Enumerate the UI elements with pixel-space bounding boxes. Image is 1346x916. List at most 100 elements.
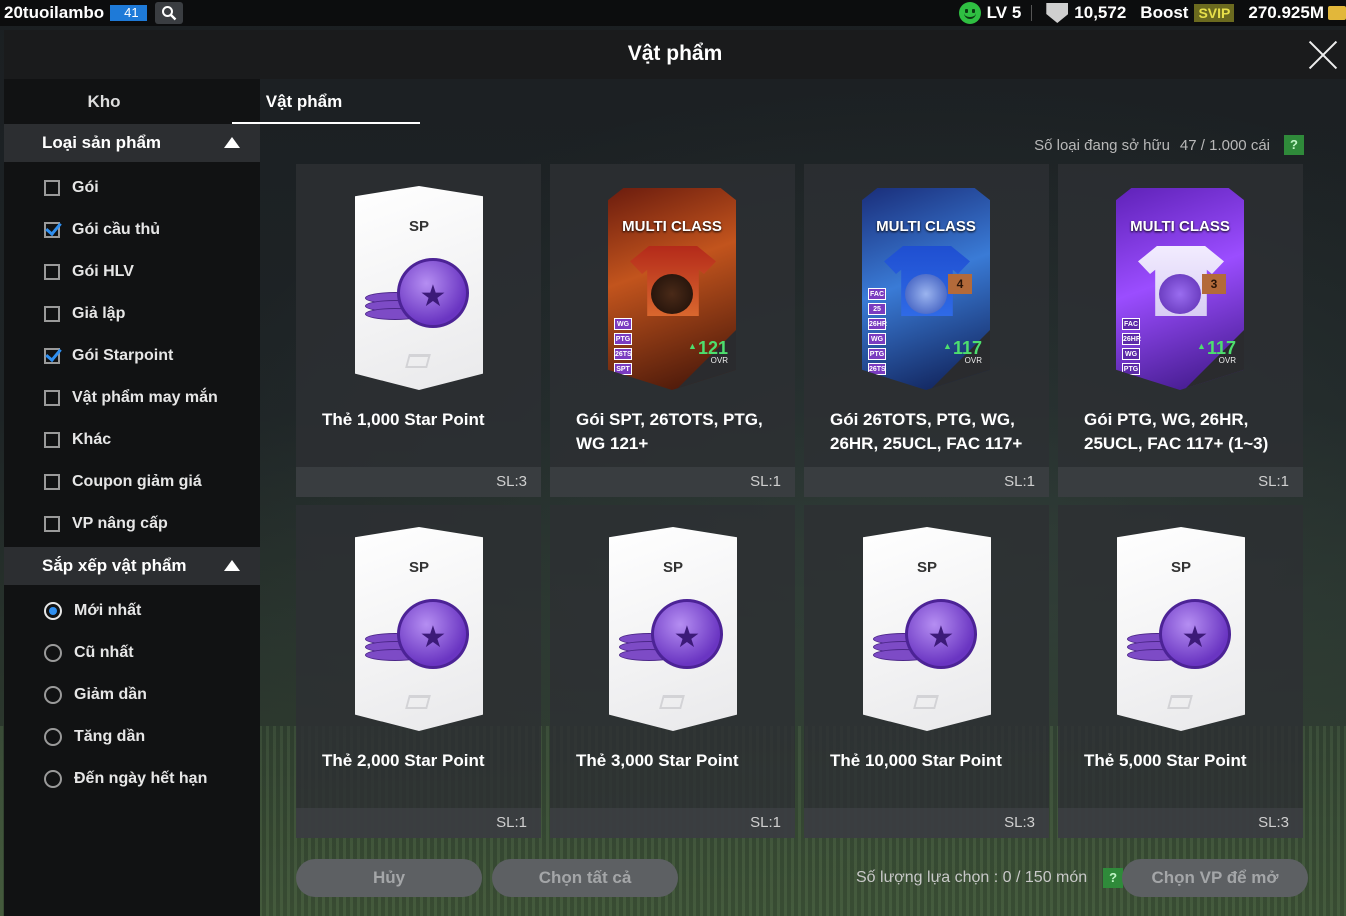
coin-icon <box>1328 6 1346 20</box>
filter-option-label: Gói HLV <box>72 263 134 280</box>
fc-logo-icon <box>1167 695 1193 709</box>
checkbox[interactable] <box>44 306 60 322</box>
divider <box>1031 5 1033 21</box>
sort-option[interactable]: Đến ngày hết hạn <box>44 768 207 790</box>
tab-vat-pham[interactable]: Vật phẩm <box>204 79 420 124</box>
fc-logo-icon <box>405 695 431 709</box>
level-text: LV 5 <box>986 3 1022 22</box>
chip-label: WG <box>1122 348 1140 360</box>
checkbox[interactable] <box>44 516 60 532</box>
select-all-button[interactable]: Chọn tất cả <box>492 859 678 897</box>
svip-badge[interactable]: SVIP <box>1194 4 1235 22</box>
checkbox[interactable] <box>44 432 60 448</box>
filter-option[interactable]: Khác <box>44 429 111 451</box>
sp-label: SP <box>408 218 429 235</box>
sort-option-label: Mới nhất <box>74 602 142 619</box>
item-name: Gói SPT, 26TOTS, PTG, WG 121+ <box>576 410 763 453</box>
filter-option-label: Giả lập <box>72 305 126 322</box>
filter-option[interactable]: Giả lập <box>44 303 125 325</box>
item-quantity: SL:3 <box>804 808 1049 838</box>
user-level-badge: 41 <box>110 5 147 21</box>
tab-kho[interactable]: Kho <box>4 79 204 124</box>
filter-option[interactable]: Gói cầu thủ <box>44 219 160 241</box>
open-selected-button[interactable]: Chọn VP để mở <box>1122 859 1308 897</box>
multiclass-card-art: MULTI CLASS 3 FAC 26HR WG PTG 117 OVR <box>1116 188 1244 390</box>
chip-label: WG <box>614 318 632 330</box>
multiclass-card-art: MULTI CLASS 4 FAC 25 26HR WG PTG 26TS 117 OVR <box>862 188 990 390</box>
filter-option-label: VP nâng cấp <box>72 515 168 532</box>
sort-option[interactable]: Cũ nhất <box>44 642 134 664</box>
item-name: Thẻ 5,000 Star Point <box>1084 751 1247 770</box>
filter-option[interactable]: Gói HLV <box>44 261 134 283</box>
cancel-button[interactable]: Hủy <box>296 859 482 897</box>
chip-label: 25 <box>868 303 886 315</box>
item-quantity: SL:1 <box>550 467 795 497</box>
filter-option-label: Gói <box>72 179 99 196</box>
selection-counter: Số lượng lựa chọn : 0 / 150 món ? <box>856 868 1124 888</box>
filter-option[interactable]: Vật phẩm may mắn <box>44 387 218 409</box>
username[interactable]: 20tuoilambo <box>4 3 104 23</box>
sort-option[interactable]: Tăng dần <box>44 726 145 748</box>
filter-option[interactable]: Gói Starpoint <box>44 345 173 367</box>
item-name: Gói PTG, WG, 26HR, 25UCL, FAC 117+ (1~3) <box>1084 410 1269 453</box>
item-card[interactable]: MULTI CLASS 3 FAC 26HR WG PTG 117 OVR Gói P… <box>1058 164 1303 497</box>
sp-label: SP <box>662 559 683 576</box>
chip-list: FAC 26HR WG PTG <box>1122 318 1141 378</box>
sort-option[interactable]: Giảm dần <box>44 684 147 706</box>
item-quantity: SL:1 <box>804 467 1049 497</box>
sort-header[interactable]: Sắp xếp vật phẩm <box>4 547 260 585</box>
boost-label[interactable]: Boost <box>1140 3 1188 23</box>
item-card[interactable]: MULTI CLASS 4 FAC 25 26HR WG PTG 26TS 117 OVR… <box>804 164 1049 497</box>
chip-list: WG PTG 26TS SPT <box>614 318 632 378</box>
help-icon[interactable]: ? <box>1103 868 1124 888</box>
item-card[interactable]: SP ★ Thẻ 2,000 Star Point SL:1 <box>296 505 541 838</box>
item-name: Thẻ 1,000 Star Point <box>322 410 485 429</box>
item-quantity: SL:1 <box>296 808 541 838</box>
filter-option[interactable]: VP nâng cấp <box>44 513 168 535</box>
filter-option[interactable]: Gói <box>44 177 99 199</box>
starpoint-card-art: SP ★ <box>863 527 991 731</box>
help-icon[interactable]: ? <box>1284 135 1304 155</box>
fc-logo-icon <box>913 695 939 709</box>
search-button[interactable] <box>154 2 183 24</box>
starpoint-card-art: SP ★ <box>1117 527 1245 731</box>
sort-option[interactable]: Mới nhất <box>44 600 141 622</box>
product-type-header[interactable]: Loại sản phẩm <box>4 124 260 162</box>
chip-label: 26HR <box>868 318 887 330</box>
radio-button[interactable] <box>44 602 62 620</box>
coin-stack-icon: ★ <box>365 252 475 332</box>
radio-button[interactable] <box>44 686 62 704</box>
checkbox[interactable] <box>44 180 60 196</box>
chip-label: FAC <box>1122 318 1140 330</box>
coin-stack-icon: ★ <box>1127 593 1237 673</box>
collapse-triangle-icon <box>224 137 240 148</box>
item-card[interactable]: MULTI CLASS WG PTG 26TS SPT 121 OVR Gói SPT… <box>550 164 795 497</box>
close-button[interactable] <box>1308 40 1338 70</box>
ovr-rating: 117 OVR <box>943 338 982 365</box>
item-name: Thẻ 10,000 Star Point <box>830 751 1002 770</box>
checkbox[interactable] <box>44 474 60 490</box>
ovr-value: 117 <box>943 338 982 358</box>
fc-logo-icon <box>405 354 431 368</box>
item-card[interactable]: SP ★ Thẻ 5,000 Star Point SL:3 <box>1058 505 1303 838</box>
rank-badge: 4 <box>948 274 972 294</box>
checkbox[interactable] <box>44 390 60 406</box>
item-card[interactable]: SP ★ Thẻ 3,000 Star Point SL:1 <box>550 505 795 838</box>
radio-button[interactable] <box>44 728 62 746</box>
dialog-header: Vật phẩm <box>4 30 1346 79</box>
item-card[interactable]: SP ★ Thẻ 10,000 Star Point SL:3 <box>804 505 1049 838</box>
rank-badge: 3 <box>1202 274 1226 294</box>
fc-logo-icon <box>659 695 685 709</box>
chip-label: WG <box>868 333 886 345</box>
chip-label: SPT <box>614 363 632 375</box>
radio-button[interactable] <box>44 770 62 788</box>
item-card[interactable]: SP ★ Thẻ 1,000 Star Point SL:3 <box>296 164 541 497</box>
checkbox[interactable] <box>44 222 60 238</box>
club-emblem-icon <box>1159 274 1201 314</box>
item-quantity: SL:1 <box>550 808 795 838</box>
radio-button[interactable] <box>44 644 62 662</box>
filter-option[interactable]: Coupon giảm giá <box>44 471 202 493</box>
checkbox[interactable] <box>44 348 60 364</box>
ovr-rating: 121 OVR <box>688 338 728 365</box>
checkbox[interactable] <box>44 264 60 280</box>
